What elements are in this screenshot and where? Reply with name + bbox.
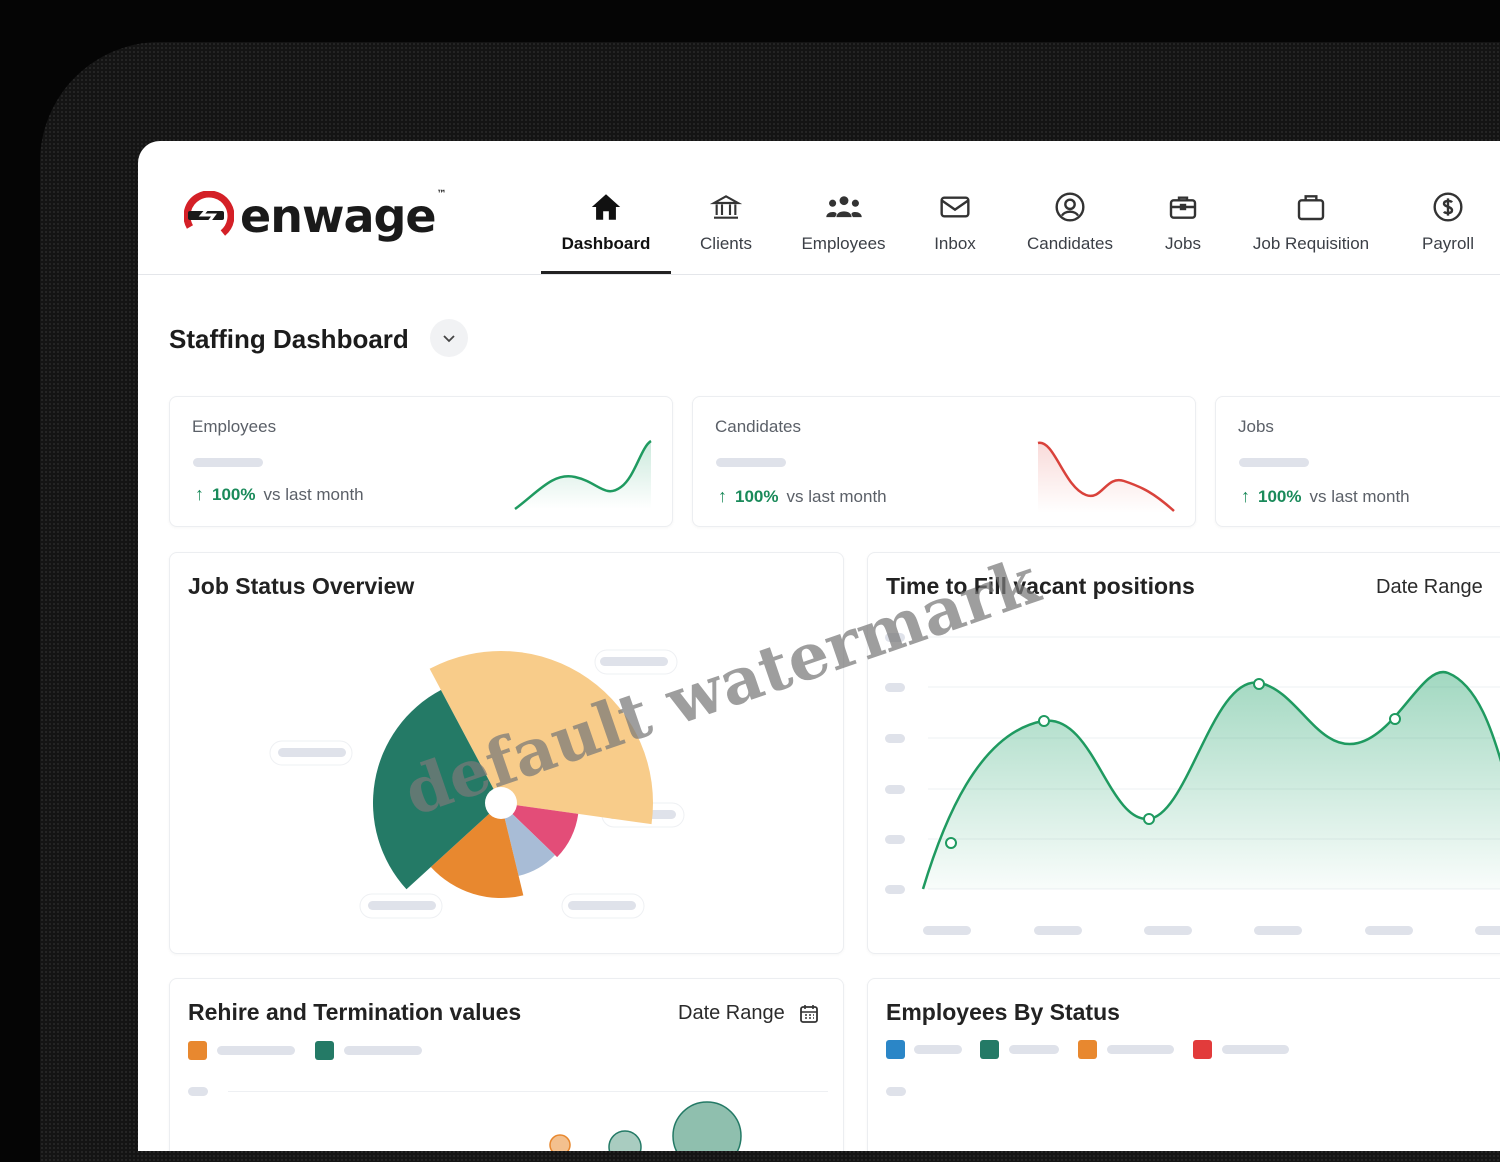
employees-by-status-panel: Employees By Status bbox=[867, 978, 1500, 1151]
nav-jobs[interactable]: Jobs bbox=[1148, 189, 1218, 274]
bubble bbox=[672, 1101, 742, 1151]
nav-job-requisition[interactable]: Job Requisition bbox=[1240, 189, 1382, 274]
bubble bbox=[608, 1130, 642, 1151]
job-status-overview-panel: Job Status Overview bbox=[169, 552, 844, 954]
nav-candidates[interactable]: Candidates bbox=[1014, 189, 1126, 274]
chevron-down-icon bbox=[443, 335, 455, 343]
mail-icon bbox=[918, 189, 992, 225]
legend-label-placeholder bbox=[1009, 1045, 1059, 1054]
rehire-termination-panel: Rehire and Termination values Date Range bbox=[169, 978, 844, 1151]
legend-swatch-green bbox=[980, 1040, 999, 1059]
enwage-logo[interactable]: enwage™ bbox=[184, 189, 447, 243]
arrow-up-icon: ↑ bbox=[1241, 486, 1250, 506]
stat-delta: ↑ 100% vs last month bbox=[718, 486, 887, 506]
enwage-logo-mark-icon bbox=[184, 191, 234, 241]
job-status-pie-chart bbox=[269, 649, 685, 919]
stat-value-placeholder bbox=[193, 458, 263, 467]
top-navigation-bar: enwage™ Dashboard Clients Employees Inbo… bbox=[138, 141, 1500, 275]
bubble bbox=[549, 1134, 571, 1151]
people-icon bbox=[791, 189, 896, 225]
home-icon bbox=[541, 189, 671, 225]
panel-title: Employees By Status bbox=[886, 999, 1120, 1025]
rehire-bubble-chart bbox=[549, 1101, 742, 1151]
dollar-circle-icon bbox=[1408, 189, 1488, 225]
employees-sparkline bbox=[514, 439, 652, 511]
time-to-fill-area-chart bbox=[885, 633, 1500, 935]
stat-delta: ↑ 100% vs last month bbox=[1241, 486, 1410, 506]
stat-value-placeholder bbox=[1239, 458, 1309, 467]
arrow-up-icon: ↑ bbox=[718, 486, 727, 506]
bag-icon bbox=[1240, 189, 1382, 225]
user-circle-icon bbox=[1014, 189, 1126, 225]
nav-payroll[interactable]: Payroll bbox=[1408, 189, 1488, 274]
pie-segments bbox=[373, 651, 653, 898]
pie-center-hole bbox=[485, 787, 517, 819]
y-axis-tick-placeholders bbox=[885, 633, 905, 894]
page-title: Staffing Dashboard bbox=[169, 324, 409, 354]
arrow-up-icon: ↑ bbox=[195, 484, 204, 504]
candidates-sparkline bbox=[1037, 441, 1175, 513]
time-to-fill-panel: Time to Fill vacant positions Date Range bbox=[867, 552, 1500, 954]
legend-label-placeholder bbox=[914, 1045, 962, 1054]
stat-label: Jobs bbox=[1238, 417, 1274, 436]
stat-card-candidates[interactable]: Candidates ↑ 100% vs last month bbox=[692, 396, 1196, 527]
logo-wordmark: enwage™ bbox=[240, 189, 447, 243]
nav-dashboard[interactable]: Dashboard bbox=[541, 189, 671, 274]
stat-label: Candidates bbox=[715, 417, 802, 436]
stat-delta: ↑ 100% vs last month bbox=[195, 484, 364, 504]
legend-label-placeholder bbox=[1222, 1045, 1289, 1054]
nav-inbox[interactable]: Inbox bbox=[918, 189, 992, 274]
legend-swatch-orange bbox=[1078, 1040, 1097, 1059]
briefcase-icon bbox=[1148, 189, 1218, 225]
bank-icon bbox=[681, 189, 771, 225]
dashboard-switcher-button[interactable] bbox=[430, 319, 468, 357]
nav-clients[interactable]: Clients bbox=[681, 189, 771, 274]
stat-label: Employees bbox=[192, 417, 277, 436]
app-screen: enwage™ Dashboard Clients Employees Inbo… bbox=[138, 141, 1500, 1151]
legend-swatch-blue bbox=[886, 1040, 905, 1059]
stat-card-jobs[interactable]: Jobs ↑ 100% vs last month bbox=[1215, 396, 1500, 527]
y-axis-tick-placeholder bbox=[886, 1087, 906, 1096]
stat-value-placeholder bbox=[716, 458, 786, 467]
legend-swatch-red bbox=[1193, 1040, 1212, 1059]
x-axis-tick-placeholders bbox=[923, 926, 1500, 935]
legend-label-placeholder bbox=[1107, 1045, 1174, 1054]
nav-employees[interactable]: Employees bbox=[791, 189, 896, 274]
stat-card-employees[interactable]: Employees ↑ 100% vs last month bbox=[169, 396, 673, 527]
